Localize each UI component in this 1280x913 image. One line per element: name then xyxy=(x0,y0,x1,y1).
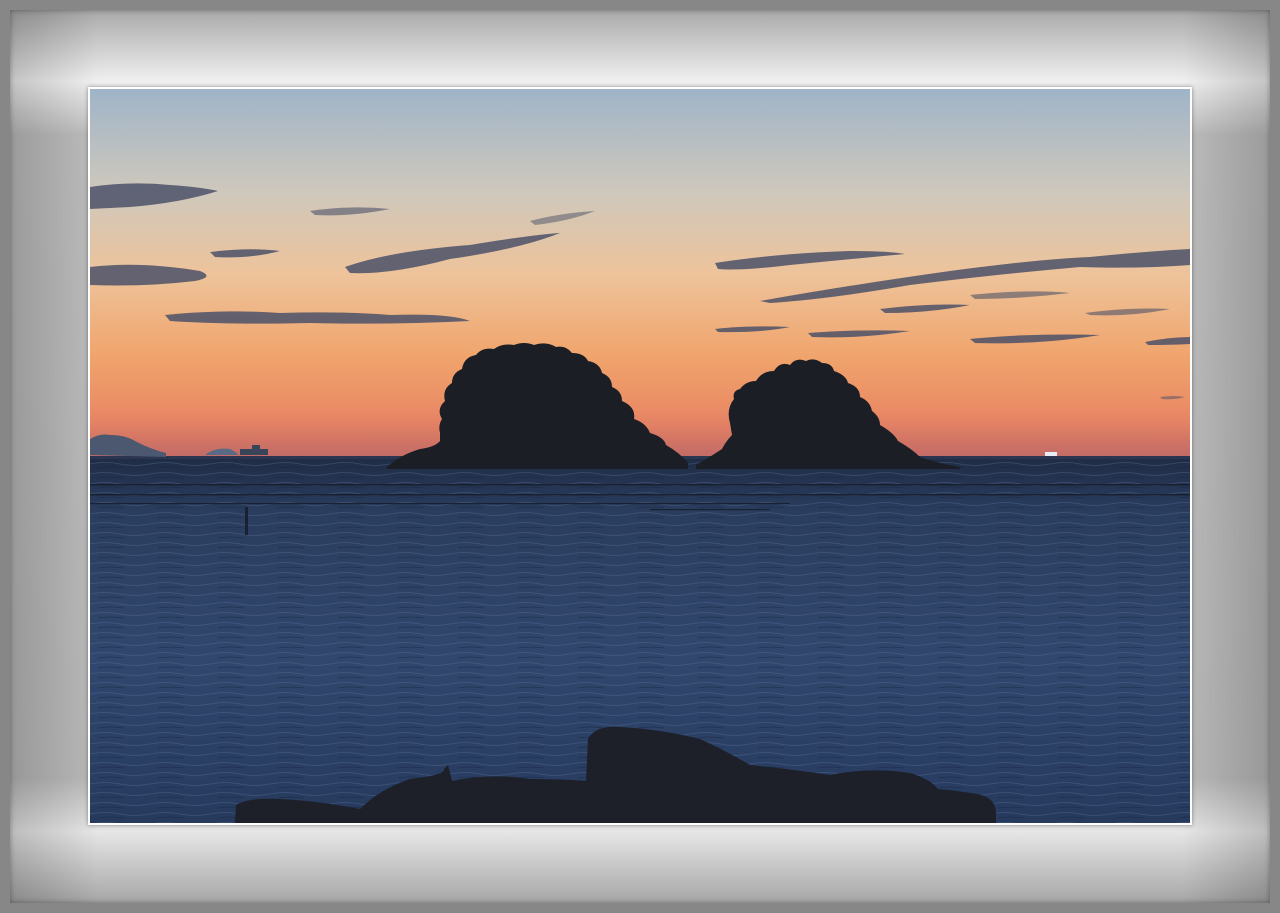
outer-frame xyxy=(0,0,1280,913)
seascape-image xyxy=(90,89,1190,823)
photo xyxy=(90,89,1190,823)
sky xyxy=(90,89,1190,461)
